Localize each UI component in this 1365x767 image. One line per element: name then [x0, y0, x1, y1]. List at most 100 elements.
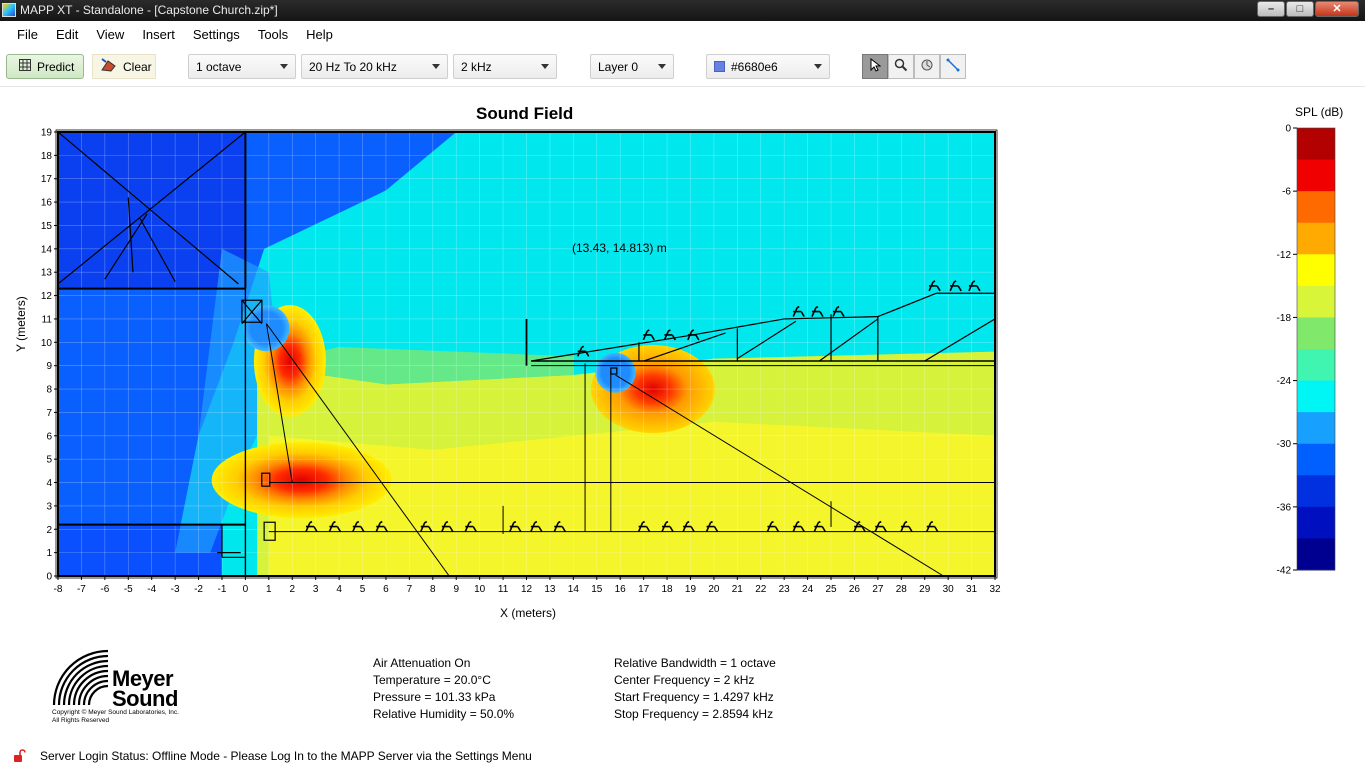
legend-color-band: [1297, 412, 1335, 445]
x-tick-label: 32: [989, 584, 1001, 595]
cursor-readout: (13.43, 14.813) m: [572, 241, 667, 255]
x-tick-label: -6: [100, 584, 109, 595]
x-tick-label: 10: [474, 584, 486, 595]
legend-color-band: [1297, 222, 1335, 255]
menu-view[interactable]: View: [87, 27, 133, 42]
x-tick-label: 4: [336, 584, 342, 595]
chevron-down-icon: [541, 64, 549, 69]
x-tick-label: 8: [430, 584, 436, 595]
chevron-down-icon: [432, 64, 440, 69]
center-frequency-value: 2 kHz: [461, 59, 492, 74]
y-tick-label: 19: [41, 128, 53, 139]
predict-button[interactable]: Predict: [6, 54, 84, 79]
info-air-attenuation: Air Attenuation On: [373, 656, 471, 670]
x-tick-label: -1: [218, 584, 227, 595]
y-axis-label: Y (meters): [14, 296, 28, 352]
y-tick-label: 1: [46, 548, 52, 559]
menu-bar: File Edit View Insert Settings Tools Hel…: [0, 21, 1365, 47]
y-tick-label: 6: [46, 431, 52, 442]
bandwidth-value: 1 octave: [196, 59, 242, 74]
sound-field-plot[interactable]: -8 -7 -6 -5 -4 -3 -2 -1 0 1 2 3 4 5 6 7 8 9 10 11 12 13 14 15 16…: [0, 90, 1010, 610]
frequency-info: Relative Bandwidth = 1 octave Center Fre…: [614, 655, 776, 723]
environment-info: Air Attenuation On Temperature = 20.0°C …: [373, 655, 514, 723]
line-tool-button[interactable]: [940, 54, 966, 79]
status-bar: Server Login Status: Offline Mode - Plea…: [0, 744, 1365, 767]
x-tick-label: 15: [591, 584, 603, 595]
window-title: MAPP XT - Standalone - [Capstone Church.…: [20, 3, 278, 17]
y-tick-label: 3: [46, 501, 52, 512]
x-tick-label: -8: [54, 584, 63, 595]
logo-rights: All Rights Reserved: [52, 717, 110, 724]
pointer-tool-button[interactable]: [862, 54, 888, 79]
x-tick-label: 6: [383, 584, 389, 595]
y-tick-label: 2: [46, 525, 52, 536]
x-tick-label: 12: [521, 584, 533, 595]
legend-color-band: [1297, 317, 1335, 350]
x-tick-label: 13: [544, 584, 556, 595]
menu-settings[interactable]: Settings: [184, 27, 249, 42]
eraser-icon: [101, 58, 117, 75]
menu-edit[interactable]: Edit: [47, 27, 87, 42]
x-tick-label: 0: [243, 584, 249, 595]
x-tick-label: -2: [194, 584, 203, 595]
x-tick-label: 2: [289, 584, 295, 595]
x-tick-label: -3: [171, 584, 180, 595]
rotate-tool-button[interactable]: [914, 54, 940, 79]
x-tick-label: 29: [919, 584, 931, 595]
x-tick-label: 26: [849, 584, 861, 595]
y-tick-label: 4: [46, 478, 52, 489]
menu-help[interactable]: Help: [297, 27, 342, 42]
legend-tick-label: -42: [1277, 566, 1292, 577]
y-tick-label: 10: [41, 338, 53, 349]
legend-tick-label: 0: [1285, 124, 1291, 135]
legend-color-band: [1297, 191, 1335, 224]
x-tick-label: 19: [685, 584, 697, 595]
x-tick-label: 30: [943, 584, 955, 595]
app-icon: [2, 3, 16, 17]
menu-insert[interactable]: Insert: [133, 27, 184, 42]
bandwidth-dropdown[interactable]: 1 octave: [188, 54, 296, 79]
legend-color-band: [1297, 285, 1335, 318]
menu-tools[interactable]: Tools: [249, 27, 297, 42]
meyer-sound-logo: Meyer Sound Copyright © Meyer Sound Labor…: [52, 649, 192, 729]
center-frequency-dropdown[interactable]: 2 kHz: [453, 54, 557, 79]
info-temperature: Temperature = 20.0°C: [373, 673, 491, 687]
zoom-tool-button[interactable]: [888, 54, 914, 79]
chevron-down-icon: [658, 64, 666, 69]
logo-copyright: Copyright © Meyer Sound Laboratories, In…: [52, 709, 179, 716]
y-tick-label: 12: [41, 291, 53, 302]
legend-tick-label: -6: [1282, 187, 1291, 198]
legend-title: SPL (dB): [1295, 105, 1344, 119]
y-tick-label: 8: [46, 385, 52, 396]
layer-dropdown[interactable]: Layer 0: [590, 54, 674, 79]
clear-button[interactable]: Clear: [92, 54, 156, 79]
x-tick-label: 20: [708, 584, 720, 595]
y-tick-label: 14: [41, 244, 53, 255]
maximize-button[interactable]: □: [1286, 1, 1314, 17]
legend-tick-label: -18: [1277, 313, 1292, 324]
x-tick-label: 21: [732, 584, 744, 595]
x-tick-label: 18: [661, 584, 673, 595]
logo-waves-icon: [52, 649, 109, 706]
y-tick-label: 18: [41, 151, 53, 162]
x-tick-label: 16: [615, 584, 627, 595]
legend-tick-label: -24: [1277, 376, 1292, 387]
frequency-range-dropdown[interactable]: 20 Hz To 20 kHz: [301, 54, 448, 79]
layer-value: Layer 0: [598, 59, 639, 74]
minimize-button[interactable]: –: [1257, 1, 1285, 17]
x-tick-label: -4: [147, 584, 156, 595]
close-button[interactable]: ✕: [1315, 1, 1359, 17]
cold-spot: [243, 305, 290, 352]
unlocked-padlock-icon[interactable]: [13, 749, 27, 766]
predict-label: Predict: [37, 59, 75, 74]
pointer-icon: [869, 57, 882, 75]
legend-color-band: [1297, 349, 1335, 382]
x-tick-label: 9: [453, 584, 459, 595]
color-dropdown[interactable]: #6680e6: [706, 54, 830, 79]
color-swatch: [714, 61, 725, 72]
menu-file[interactable]: File: [8, 27, 47, 42]
hot-spot: [211, 442, 392, 519]
server-login-status: Server Login Status: Offline Mode - Plea…: [40, 749, 532, 763]
y-tick-label: 13: [41, 268, 53, 279]
x-tick-label: -5: [124, 584, 133, 595]
